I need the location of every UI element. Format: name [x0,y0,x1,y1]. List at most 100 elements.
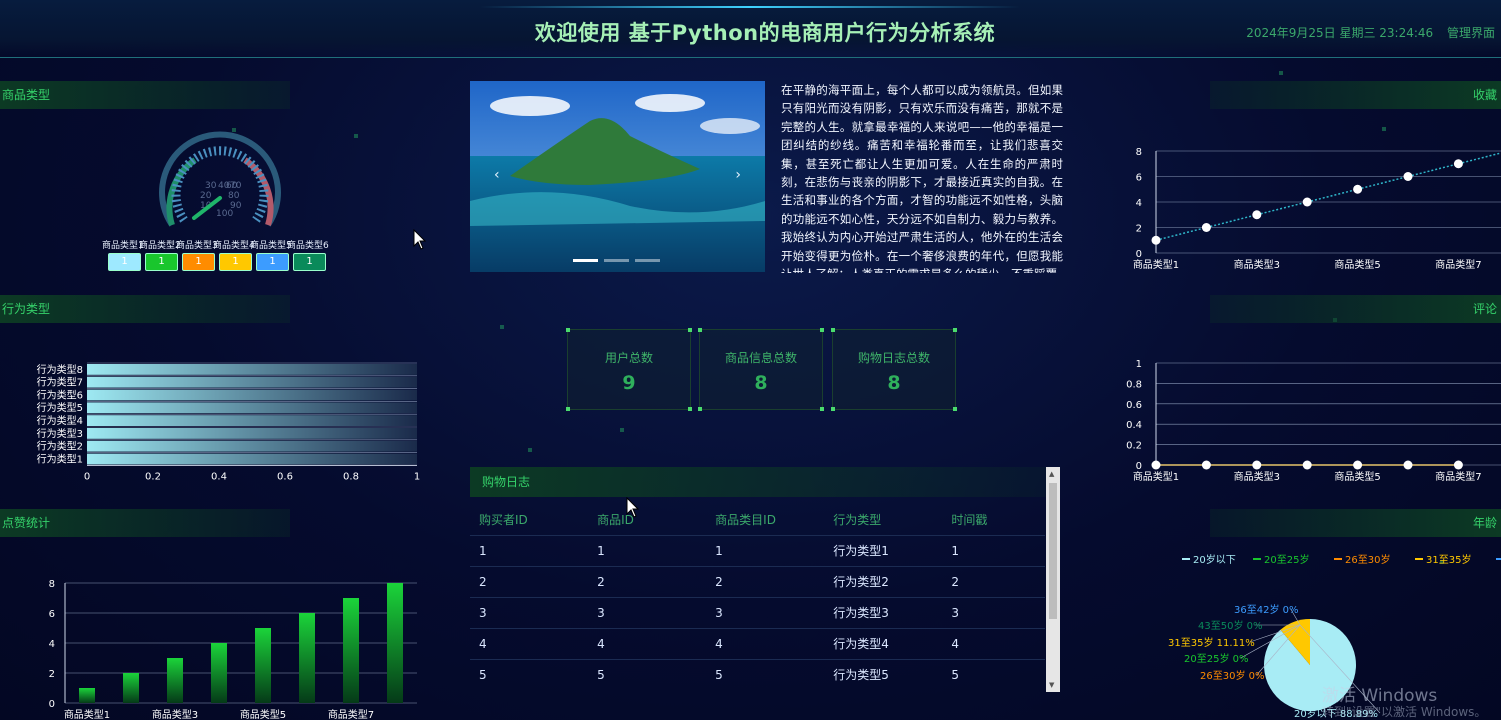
table-scrollbar[interactable]: ▲ ▼ [1046,467,1060,692]
column-header[interactable]: 行为类型 [824,505,942,535]
column-header[interactable]: 商品ID [588,505,706,535]
data-point[interactable] [1453,460,1463,470]
carousel-dot[interactable] [573,259,598,262]
column-header[interactable]: 时间戳 [942,505,1045,535]
card-corner [831,407,835,411]
admin-link[interactable]: 管理界面 [1447,26,1495,40]
card-corner [688,328,692,332]
data-point[interactable] [1201,223,1211,232]
legend-label[interactable]: 20岁以下 [1193,553,1236,566]
data-point[interactable] [1201,460,1211,470]
stat-card[interactable]: 购物日志总数 8 [831,328,957,411]
likes-bar[interactable] [79,688,95,703]
gauge-legend-item[interactable]: 商品类型1 1 [102,238,144,271]
y-tick-label: 0 [1136,249,1142,260]
carousel-prev-button[interactable]: ‹ [494,167,500,183]
gauge-legend-item[interactable]: 商品类型5 1 [250,238,292,271]
table-row[interactable]: 1 1 1 行为类型1 1 [470,534,1045,566]
carousel-next-button[interactable]: › [735,167,741,183]
scroll-down-icon[interactable]: ▼ [1049,681,1054,689]
gauge-legend-label: 商品类型6 [287,241,329,251]
likes-bar[interactable] [255,628,271,703]
table-row[interactable]: 4 4 4 行为类型4 4 [470,627,1045,659]
likes-bar[interactable] [167,658,183,703]
pie-slice-label: 36至42岁 0% [1234,603,1299,616]
legend-label[interactable]: 20至25岁 [1264,553,1309,566]
x-tick-label: 1 [414,471,420,482]
column-header[interactable]: 购买者ID [470,505,588,535]
behavior-bar[interactable] [87,376,417,388]
carousel-dot[interactable] [604,259,629,262]
stat-label: 购物日志总数 [857,351,930,365]
y-tick-label: 0.6 [1126,400,1142,411]
table-row[interactable]: 2 2 2 行为类型2 2 [470,565,1045,597]
likes-bar[interactable] [387,583,403,703]
gauge-tick: 100 [216,209,233,219]
y-tick-label: 行为类型6 [37,388,83,401]
behavior-bar[interactable] [87,453,417,465]
behavior-bar[interactable] [87,364,417,375]
y-tick-label: 行为类型4 [37,414,83,427]
data-point[interactable] [1302,460,1312,470]
likes-bar[interactable] [123,673,139,703]
behavior-type-chart: 行为类型1行为类型2行为类型3行为类型4行为类型5行为类型6行为类型7行为类型8… [37,362,420,482]
data-point[interactable] [1403,460,1413,470]
likes-bar[interactable] [343,598,359,703]
particle [620,428,624,432]
behavior-bar[interactable] [87,402,417,414]
behavior-bar[interactable] [87,440,417,452]
carousel-dots [573,259,660,262]
table-row[interactable]: 5 5 5 行为类型5 5 [470,658,1045,690]
gauge-legend-item[interactable]: 商品类型6 1 [287,238,329,271]
data-point[interactable] [1453,159,1463,169]
stat-card[interactable]: 商品信息总数 8 [698,328,824,411]
particle [354,134,358,138]
scroll-up-icon[interactable]: ▲ [1049,470,1054,478]
gauge-legend-item[interactable]: 商品类型4 1 [213,238,255,271]
article-text: 在平静的海平面上，每个人都可以成为领航员。但如果只有阳光而没有阴影，只有欢乐而没… [781,83,1063,273]
legend-label[interactable]: 31至35岁 [1426,553,1471,566]
gauge-tick: 80 [228,191,240,201]
data-point[interactable] [1403,172,1413,181]
panel-title-behavior-type: 行为类型 [0,295,290,323]
stat-card[interactable]: 用户总数 9 [566,328,692,411]
table-row[interactable]: 3 3 3 行为类型3 3 [470,596,1045,628]
data-point[interactable] [1151,460,1161,470]
likes-stats-chart: 0 2 4 6 8 商品类型1 商品类型3 商品类型5 商品类型7 [49,579,417,720]
data-point[interactable] [1252,210,1262,220]
y-tick-label: 行为类型2 [37,440,83,453]
behavior-bar[interactable] [87,428,417,439]
data-point[interactable] [1252,460,1262,470]
behavior-bar[interactable] [87,389,417,401]
x-tick-label: 商品类型3 [1234,258,1280,271]
x-tick-label: 商品类型5 [240,708,286,720]
behavior-bar[interactable] [87,415,417,426]
y-tick-label: 4 [49,639,55,650]
data-point[interactable] [1353,460,1363,470]
gauge-tick: 30 [205,181,217,191]
header-right: 2024年9月25日 星期三 23:24:46 管理界面 [1236,24,1495,41]
legend-label[interactable]: 26至30岁 [1345,553,1390,566]
datetime: 2024年9月25日 星期三 23:24:46 [1246,26,1434,40]
y-tick-label: 2 [1136,224,1142,235]
likes-bar[interactable] [299,613,315,703]
data-point[interactable] [1151,235,1161,245]
data-point[interactable] [1353,184,1363,194]
panel-title-age: 年龄 [1210,509,1501,537]
cloud [635,94,705,112]
gauge-tick: 20 [200,191,212,201]
data-point[interactable] [1302,197,1312,207]
y-tick-label: 8 [49,579,55,590]
likes-bar[interactable] [211,643,227,703]
image-carousel[interactable]: ‹ › [470,81,765,272]
gauge-legend-item[interactable]: 商品类型3 1 [176,238,218,271]
x-tick-label: 商品类型1 [1133,470,1179,483]
gauge-legend-value: 1 [182,253,215,271]
scrollbar-thumb[interactable] [1049,483,1057,619]
carousel-dot[interactable] [635,259,660,262]
gauge-legend-item[interactable]: 商品类型2 1 [139,238,181,271]
reviews-chart: 0 0.2 0.4 0.6 0.8 1 商品类型1 商品类型3 商品类型5 商品类型7 [1126,359,1501,483]
gauge-legend-value: 1 [145,253,178,271]
column-header[interactable]: 商品类目ID [706,505,824,535]
card-corner [566,328,570,332]
